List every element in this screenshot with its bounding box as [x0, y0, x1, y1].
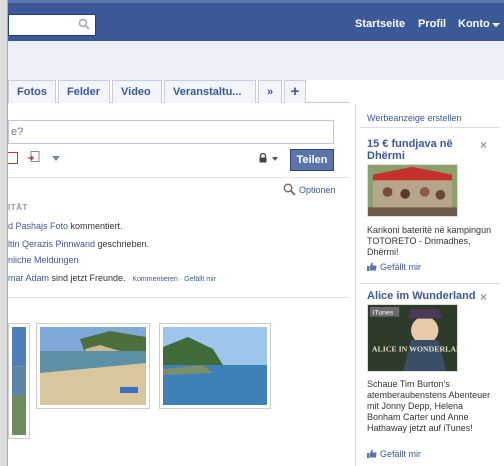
comment-link[interactable]: Kommentieren: [132, 276, 178, 283]
create-ad-link[interactable]: Werbeanzeige erstellen: [367, 113, 461, 123]
lock-icon[interactable]: [258, 153, 268, 163]
close-icon[interactable]: ×: [480, 290, 487, 304]
activity-link[interactable]: nliche Meldungen: [8, 255, 79, 265]
nav-account-link[interactable]: Konto: [458, 18, 490, 30]
window-left-edge: [0, 0, 8, 466]
like-link[interactable]: Gefällt mir: [184, 276, 216, 283]
close-icon[interactable]: ×: [480, 138, 487, 152]
section-heading: ITÄT: [8, 203, 28, 212]
attach-more-chevron-icon[interactable]: [52, 156, 60, 161]
activity-link[interactable]: d Pashajs Foto: [8, 221, 68, 231]
photo-thumbnail[interactable]: [36, 323, 150, 409]
ad-description: Schaue Tim Burton's atemberaubenstens Ab…: [367, 379, 491, 433]
activity-text: kommentiert.: [68, 221, 123, 231]
divider: [360, 127, 500, 128]
movie-logo: ALICE IN WONDERLAND: [372, 345, 457, 354]
ad-image[interactable]: iTunes ALICE IN WONDERLAND: [367, 304, 458, 372]
nav-home-link[interactable]: Startseite: [355, 18, 405, 30]
ad-image[interactable]: [367, 164, 458, 217]
thumbs-up-icon: [367, 262, 377, 271]
like-label[interactable]: Gefällt mir: [380, 262, 421, 272]
header-band: [0, 41, 504, 80]
divider: [8, 297, 350, 298]
activity-link[interactable]: ltin Qerazis Pinnwand: [8, 239, 95, 249]
thumbs-up-icon: [367, 449, 377, 458]
activity-text: geschrieben.: [95, 239, 150, 249]
share-button[interactable]: Teilen: [290, 149, 334, 171]
chevron-down-icon[interactable]: [492, 23, 500, 27]
ad-like[interactable]: Gefällt mir: [367, 262, 421, 272]
magnifier-icon[interactable]: [283, 183, 296, 196]
search-icon[interactable]: [78, 18, 90, 30]
ad-description: Karikoni bateritë në kampingun TOTORETO …: [367, 225, 492, 257]
photo-thumbnail[interactable]: [8, 323, 30, 439]
ad-like[interactable]: Gefällt mir: [367, 449, 421, 459]
status-composer-input[interactable]: e?: [8, 120, 334, 144]
tab-video[interactable]: Video: [112, 80, 162, 103]
ad-title[interactable]: Alice im Wunderland: [367, 290, 477, 302]
photo-thumbnail[interactable]: [159, 323, 271, 409]
search-input[interactable]: [8, 14, 96, 36]
activity-item: mar Adam sind jetzt Freunde. · Kommentie…: [8, 273, 217, 283]
activity-item: nliche Meldungen: [8, 255, 79, 265]
tab-fotos[interactable]: Fotos: [8, 80, 56, 103]
divider: [8, 177, 350, 178]
tab-veranstaltungen[interactable]: Veranstaltu...: [164, 80, 256, 103]
ad-title[interactable]: 15 € fundjava në Dhërmi: [367, 138, 477, 162]
tab-felder[interactable]: Felder: [58, 80, 110, 103]
activity-link[interactable]: mar Adam: [8, 273, 49, 283]
tab-more-button[interactable]: »: [258, 80, 282, 103]
event-attach-icon[interactable]: [8, 152, 18, 164]
options-link[interactable]: Optionen: [299, 185, 336, 195]
activity-item: d Pashajs Foto kommentiert.: [8, 221, 123, 231]
activity-item: ltin Qerazis Pinnwand geschrieben.: [8, 239, 149, 249]
tab-add-button[interactable]: +: [284, 80, 306, 103]
like-label[interactable]: Gefällt mir: [380, 449, 421, 459]
divider: [360, 283, 500, 284]
activity-text: sind jetzt Freunde.: [49, 273, 126, 283]
nav-profile-link[interactable]: Profil: [418, 18, 446, 30]
link-attach-icon[interactable]: [28, 151, 40, 164]
itunes-label: iTunes: [373, 310, 394, 317]
privacy-chevron-icon[interactable]: [272, 157, 278, 161]
